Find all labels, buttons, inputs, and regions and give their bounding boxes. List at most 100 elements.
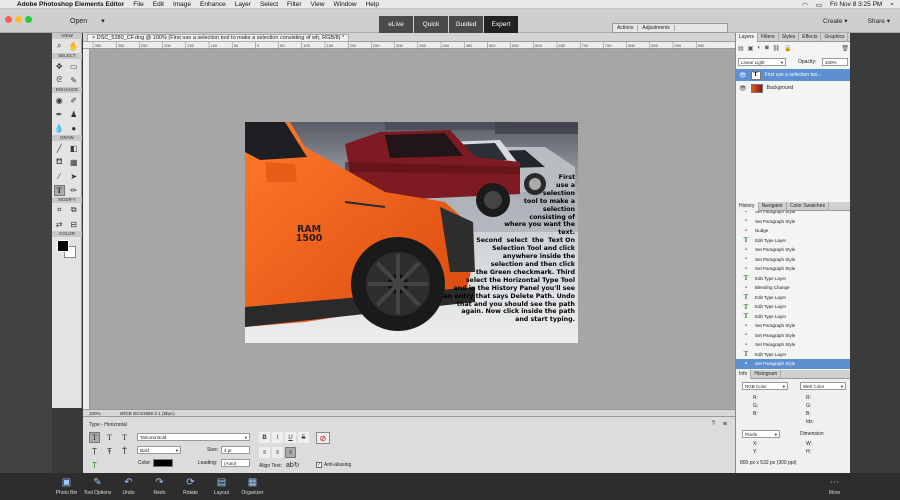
marquee-tool-icon[interactable]: ▭ [68, 61, 79, 72]
clone-stamp-tool-icon[interactable]: ♟ [68, 109, 79, 120]
align-center-icon[interactable]: ≡ [272, 447, 283, 458]
brush-tool-icon[interactable]: ╱ [54, 143, 65, 154]
menu-enhance[interactable]: Enhance [200, 1, 226, 8]
tab-graphics[interactable]: Graphics [821, 32, 849, 42]
gradient-tool-icon[interactable]: ▦ [68, 157, 79, 168]
custom-shape-tool-icon[interactable]: ➤ [68, 171, 79, 182]
layout-button[interactable]: ▤ Layout [207, 477, 236, 496]
history-item[interactable]: ▪ Nudge [736, 226, 851, 236]
hand-tool-icon[interactable]: ✋ [68, 41, 79, 52]
history-item[interactable]: ▪ Blending Change [736, 283, 851, 293]
horizontal-type-mask-icon[interactable]: T [119, 432, 130, 443]
history-item[interactable]: T Edit Type Layer [736, 236, 851, 246]
history-item[interactable]: T Edit Type Layer [736, 293, 851, 303]
menu-view[interactable]: View [311, 1, 325, 8]
delete-layer-icon[interactable]: 🗑 [841, 45, 849, 52]
link-layers-icon[interactable]: ⛓ [773, 45, 781, 52]
create-button[interactable]: Create ▾ [823, 17, 848, 25]
text-color-swatch[interactable] [153, 459, 173, 467]
text-on-shape-icon[interactable]: Ť [119, 446, 130, 457]
type-layer-text[interactable]: First use a selection tool to make a selecti… [335, 174, 575, 324]
move-tool-icon[interactable]: ✥ [54, 61, 65, 72]
layer-name[interactable]: First use a selection too... [765, 72, 822, 78]
content-aware-move-icon[interactable]: ⇄ [54, 219, 65, 230]
sponge-tool-icon[interactable]: ● [68, 123, 79, 134]
organizer-button[interactable]: ▦ Organizer [238, 477, 267, 496]
text-on-selection-icon[interactable]: Ŧ [104, 446, 115, 457]
info-right-mode-select[interactable]: Web Color ▾ [800, 382, 846, 390]
menu-file[interactable]: File [133, 1, 143, 8]
vertical-type-mask-icon[interactable]: Ṭ [89, 446, 100, 457]
new-layer-icon[interactable]: ▤ [738, 45, 744, 52]
panel-menu-icon[interactable]: ≡ [723, 421, 727, 428]
warp-text-icon[interactable]: ⊘ [316, 432, 330, 444]
font-family-select[interactable]: Tahoma Bold ▾ [137, 433, 250, 441]
clock[interactable]: Fri Nov 8 3:25 PM [830, 1, 882, 8]
type-tool-icon[interactable]: T [53, 184, 65, 196]
quick-selection-tool-icon[interactable]: ✎ [68, 75, 79, 86]
history-item[interactable]: ▪ Set Paragraph Style [736, 245, 851, 255]
document-tab[interactable]: × DSC_5280_CF.dng @ 100% (First use a se… [87, 34, 350, 42]
tab-adjustments[interactable]: Adjustments [638, 25, 675, 31]
foreground-color-swatch[interactable] [57, 240, 69, 252]
visibility-eye-icon[interactable]: 👁 [739, 85, 747, 92]
menu-layer[interactable]: Layer [235, 1, 251, 8]
zoom-window-button[interactable] [25, 16, 32, 23]
search-icon[interactable]: ⌕ [890, 1, 894, 9]
close-window-button[interactable] [5, 16, 12, 23]
battery-icon[interactable]: ▭ [816, 1, 822, 9]
tool-options-button[interactable]: ✎ Tool Options [83, 477, 112, 496]
straighten-tool-icon[interactable]: ⊟ [68, 219, 79, 230]
align-right-icon[interactable]: ≡ [285, 447, 296, 458]
text-orientation-icon[interactable]: ab↻ [286, 461, 300, 469]
redo-button[interactable]: ↷ Redo [145, 477, 174, 496]
pencil-tool-icon[interactable]: ✏ [68, 185, 79, 196]
history-item[interactable]: T Edit Type Layer [736, 274, 851, 284]
app-name[interactable]: Adobe Photoshop Elements Editor [17, 1, 124, 8]
lasso-tool-icon[interactable]: ᘓ [54, 75, 65, 86]
adjustment-layer-icon[interactable]: ◐ [757, 45, 761, 52]
menu-edit[interactable]: Edit [153, 1, 164, 8]
opacity-field[interactable]: 100% [822, 58, 848, 66]
bold-button[interactable]: B [259, 432, 270, 443]
red-eye-tool-icon[interactable]: ◉ [54, 95, 65, 106]
layer-mask-icon[interactable]: ◙ [765, 45, 769, 52]
share-button[interactable]: Share ▾ [868, 17, 890, 25]
eraser-tool-icon[interactable]: ◧ [68, 143, 79, 154]
mode-quick[interactable]: Quick [414, 16, 448, 33]
tab-actions[interactable]: Actions [613, 25, 639, 31]
recompose-tool-icon[interactable]: ⧉ [68, 205, 79, 216]
tab-history[interactable]: History [736, 201, 759, 211]
history-item[interactable]: ▪ Set Paragraph Style [736, 321, 851, 331]
layer-name[interactable]: Background [767, 85, 794, 91]
align-left-icon[interactable]: ≡ [259, 447, 270, 458]
lock-icon[interactable]: 🔒 [784, 45, 791, 52]
history-item[interactable]: T Edit Type Layer [736, 350, 851, 360]
tab-styles[interactable]: Styles [779, 32, 800, 42]
history-item[interactable]: ▪ Set Paragraph Style [736, 255, 851, 265]
crop-tool-icon[interactable]: ⌗ [54, 205, 65, 216]
anti-aliasing-checkbox[interactable]: ✓ [316, 462, 322, 468]
rotate-button[interactable]: ⟳ Rotate [176, 477, 205, 496]
undo-button[interactable]: ↶ Undo [114, 477, 143, 496]
paint-bucket-tool-icon[interactable]: ⛾ [54, 157, 65, 168]
tab-info[interactable]: Info [736, 369, 752, 379]
font-style-select[interactable]: Bold ▾ [137, 446, 181, 454]
tab-color-swatches[interactable]: Color Swatches [787, 201, 829, 211]
units-select[interactable]: Pixels ▾ [742, 430, 780, 438]
menu-filter[interactable]: Filter [287, 1, 301, 8]
tab-effects[interactable]: Effects [799, 32, 822, 42]
strikethrough-button[interactable]: S [298, 432, 309, 443]
zoom-tool-icon[interactable]: ⌕ [54, 41, 65, 52]
font-size-select[interactable]: 4 pt [221, 446, 250, 454]
layer-row-text[interactable]: 👁 T First use a selection too... [736, 69, 851, 81]
history-item[interactable]: T Edit Type Layer [736, 302, 851, 312]
italic-button[interactable]: I [272, 432, 283, 443]
mode-elive[interactable]: eLive [379, 16, 413, 33]
history-item[interactable]: ▪ Set Paragraph Style [736, 340, 851, 350]
history-item[interactable]: T Edit Type Layer [736, 312, 851, 322]
anti-aliasing-toggle[interactable]: ✓ Anti-aliasing [316, 462, 351, 468]
photo-bin-button[interactable]: ▣ Photo Bin [52, 477, 81, 496]
history-item[interactable]: ▪ Set Paragraph Style [736, 217, 851, 227]
info-left-mode-select[interactable]: RGB Color ▾ [742, 382, 788, 390]
